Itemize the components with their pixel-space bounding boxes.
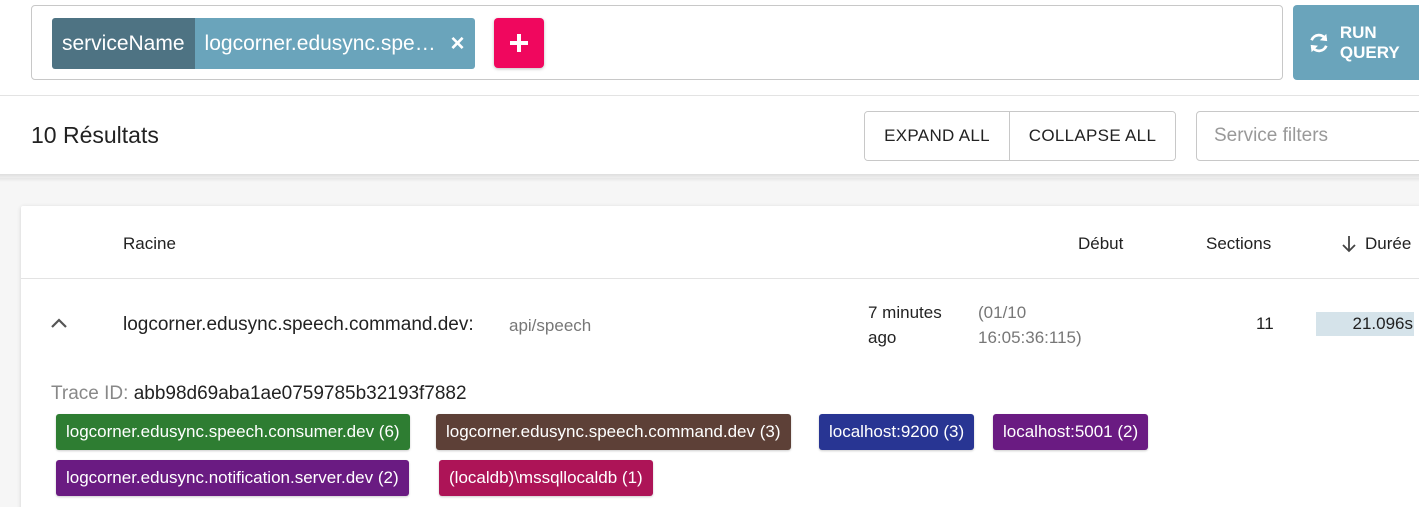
run-query-button[interactable]: RUN QUERY [1293, 5, 1419, 80]
column-header-duree-label: Durée [1365, 234, 1412, 253]
trace-id-row: Trace ID: abb98d69aba1ae0759785b32193f78… [51, 383, 467, 405]
filter-chip-value[interactable]: logcorner.edusync.speech.command.dev × [194, 18, 475, 69]
table-header-divider [21, 278, 1419, 279]
duration-value: 21.096s [1352, 314, 1414, 333]
column-header-debut[interactable]: Début [1078, 234, 1123, 254]
expand-collapse-group: EXPAND ALL COLLAPSE ALL [864, 111, 1176, 161]
expand-all-button[interactable]: EXPAND ALL [865, 112, 1010, 160]
start-time-absolute: (01/10 16:05:36:115) [978, 303, 1082, 347]
service-tag[interactable]: logcorner.edusync.speech.command.dev (3) [436, 414, 791, 450]
service-tag[interactable]: logcorner.edusync.notification.server.de… [56, 460, 409, 496]
plus-icon [510, 34, 528, 52]
close-icon[interactable]: × [441, 18, 475, 69]
service-tag[interactable]: localhost:9200 (3) [819, 414, 975, 450]
arrow-down-icon [1342, 236, 1356, 253]
service-tag[interactable]: localhost:5001 (2) [993, 414, 1149, 450]
chevron-up-icon[interactable] [49, 313, 69, 333]
service-tag[interactable]: (localdb)\mssqllocaldb (1) [439, 460, 653, 496]
add-filter-button[interactable] [494, 18, 544, 68]
root-service-name[interactable]: logcorner.edusync.speech.command.dev: [123, 314, 474, 336]
service-tag[interactable]: logcorner.edusync.speech.consumer.dev (6… [56, 414, 410, 450]
trace-id-value: abb98d69aba1ae0759785b32193f7882 [133, 383, 467, 404]
column-header-racine[interactable]: Racine [123, 234, 176, 254]
refresh-icon [1310, 33, 1328, 52]
results-count: 10 Résultats [31, 122, 159, 148]
filter-chip-key[interactable]: serviceName [52, 18, 195, 69]
header-divider [0, 95, 1419, 96]
run-query-label: RUN QUERY [1339, 22, 1400, 62]
header-shadow [0, 174, 1419, 182]
column-header-sections[interactable]: Sections [1206, 234, 1271, 254]
root-operation-path: api/speech [509, 316, 592, 335]
sections-count: 11 [1256, 314, 1274, 333]
query-builder[interactable]: serviceName logcorner.edusync.speech.com… [31, 5, 1283, 80]
service-filters-input[interactable] [1196, 111, 1419, 161]
filter-chip-value-text: logcorner.edusync.speech.command.dev [204, 31, 441, 55]
trace-id-label: Trace ID: [51, 383, 129, 404]
results-table: Racine Début Sections Durée logcorner.ed… [21, 206, 1419, 507]
filter-chip[interactable]: serviceName logcorner.edusync.speech.com… [52, 18, 475, 69]
start-time-relative: 7 minutes ago [868, 303, 942, 347]
column-header-duree[interactable]: Durée [1341, 234, 1411, 254]
collapse-all-button[interactable]: COLLAPSE ALL [1010, 112, 1175, 160]
